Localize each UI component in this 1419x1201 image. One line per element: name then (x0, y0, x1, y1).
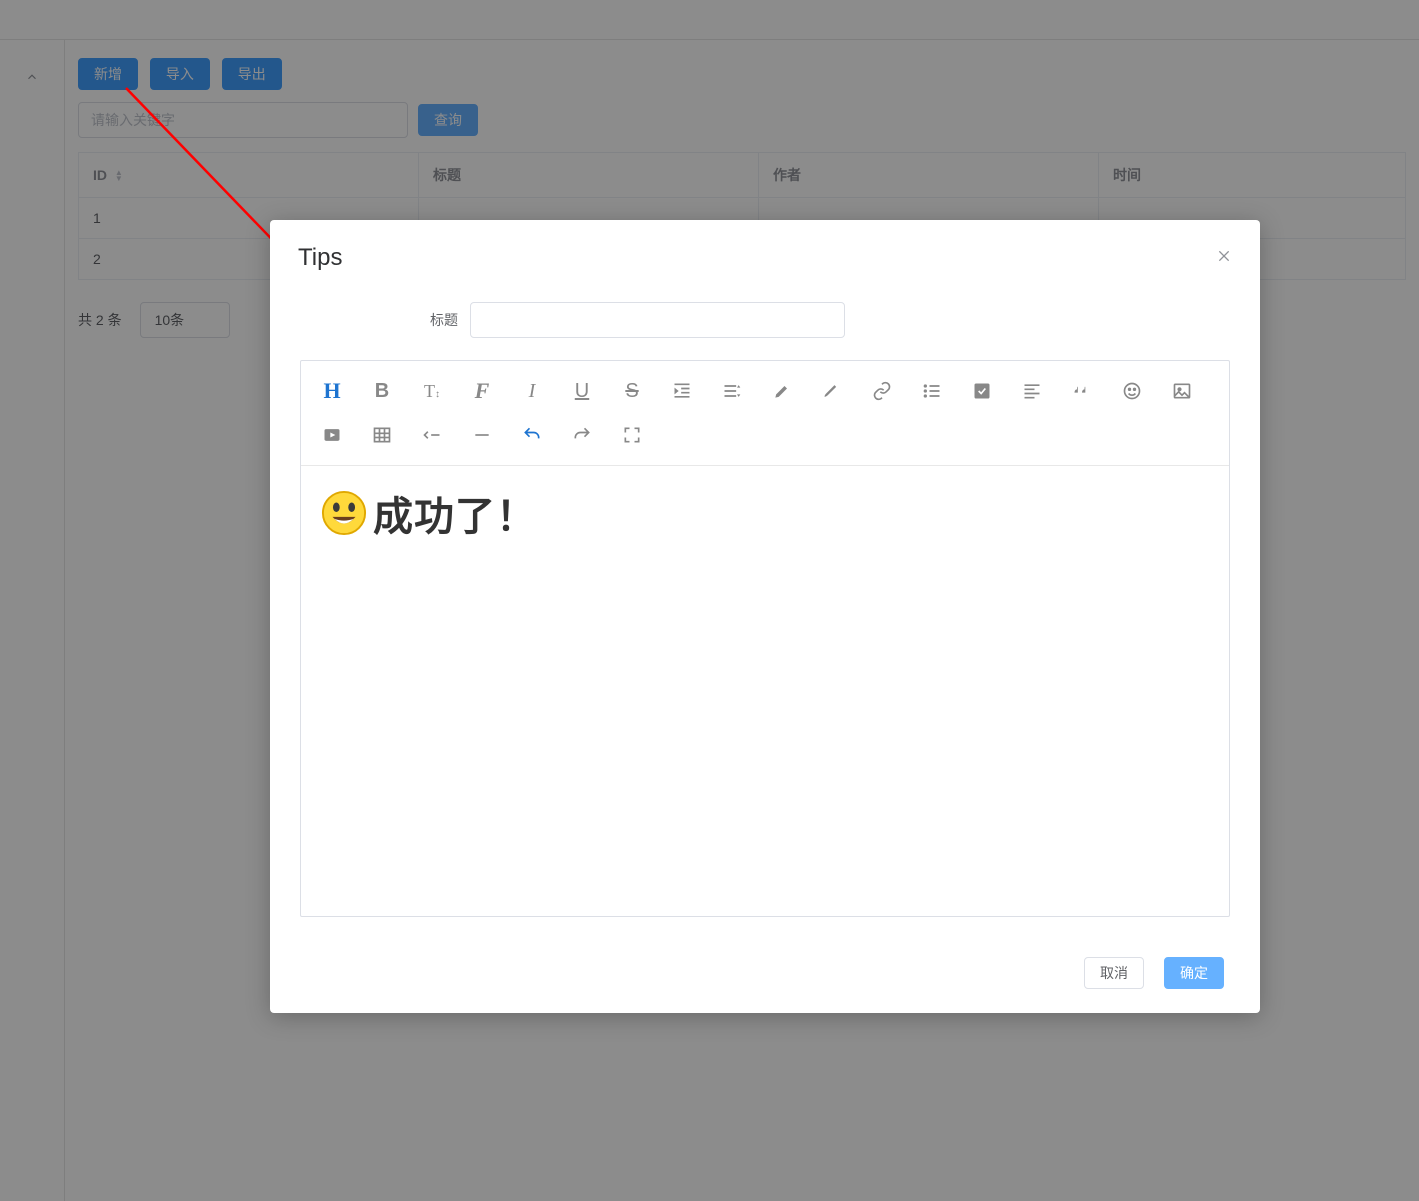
italic-icon[interactable]: I (507, 369, 557, 413)
bold-icon[interactable]: B (357, 369, 407, 413)
tips-dialog: Tips 标题 H B T↕ F I U S (270, 220, 1260, 1013)
title-label: 标题 (398, 310, 458, 330)
underline-icon[interactable]: U (557, 369, 607, 413)
rich-editor: H B T↕ F I U S (300, 360, 1230, 917)
divider-icon[interactable] (457, 413, 507, 457)
link-icon[interactable] (857, 369, 907, 413)
indent-icon[interactable] (657, 369, 707, 413)
video-icon[interactable] (307, 413, 357, 457)
dialog-footer: 取消 确定 (298, 957, 1232, 989)
brush-icon[interactable] (807, 369, 857, 413)
cancel-button[interactable]: 取消 (1084, 957, 1144, 989)
highlighter-icon[interactable] (757, 369, 807, 413)
title-input[interactable] (470, 302, 845, 338)
emoji-icon[interactable] (1107, 369, 1157, 413)
redo-icon[interactable] (557, 413, 607, 457)
title-form-row: 标题 (298, 302, 1232, 338)
editor-toolbar: H B T↕ F I U S (301, 361, 1229, 466)
strikethrough-icon[interactable]: S (607, 369, 657, 413)
list-icon[interactable] (907, 369, 957, 413)
fullscreen-icon[interactable] (607, 413, 657, 457)
dialog-title: Tips (298, 244, 342, 272)
checkbox-icon[interactable] (957, 369, 1007, 413)
image-icon[interactable] (1157, 369, 1207, 413)
fontsize-icon[interactable]: T↕ (407, 369, 457, 413)
lineheight-icon[interactable] (707, 369, 757, 413)
editor-body[interactable]: 成功了！ (301, 466, 1229, 916)
confirm-button[interactable]: 确定 (1164, 957, 1224, 989)
grinning-emoji-icon (321, 490, 367, 536)
quote-icon[interactable] (1057, 369, 1107, 413)
align-icon[interactable] (1007, 369, 1057, 413)
close-icon[interactable] (1216, 248, 1232, 269)
heading-icon[interactable]: H (307, 369, 357, 413)
editor-content-text: 成功了！ (373, 484, 537, 542)
undo-icon[interactable] (507, 413, 557, 457)
code-icon[interactable] (407, 413, 457, 457)
table-icon[interactable] (357, 413, 407, 457)
fontfamily-icon[interactable]: F (457, 369, 507, 413)
